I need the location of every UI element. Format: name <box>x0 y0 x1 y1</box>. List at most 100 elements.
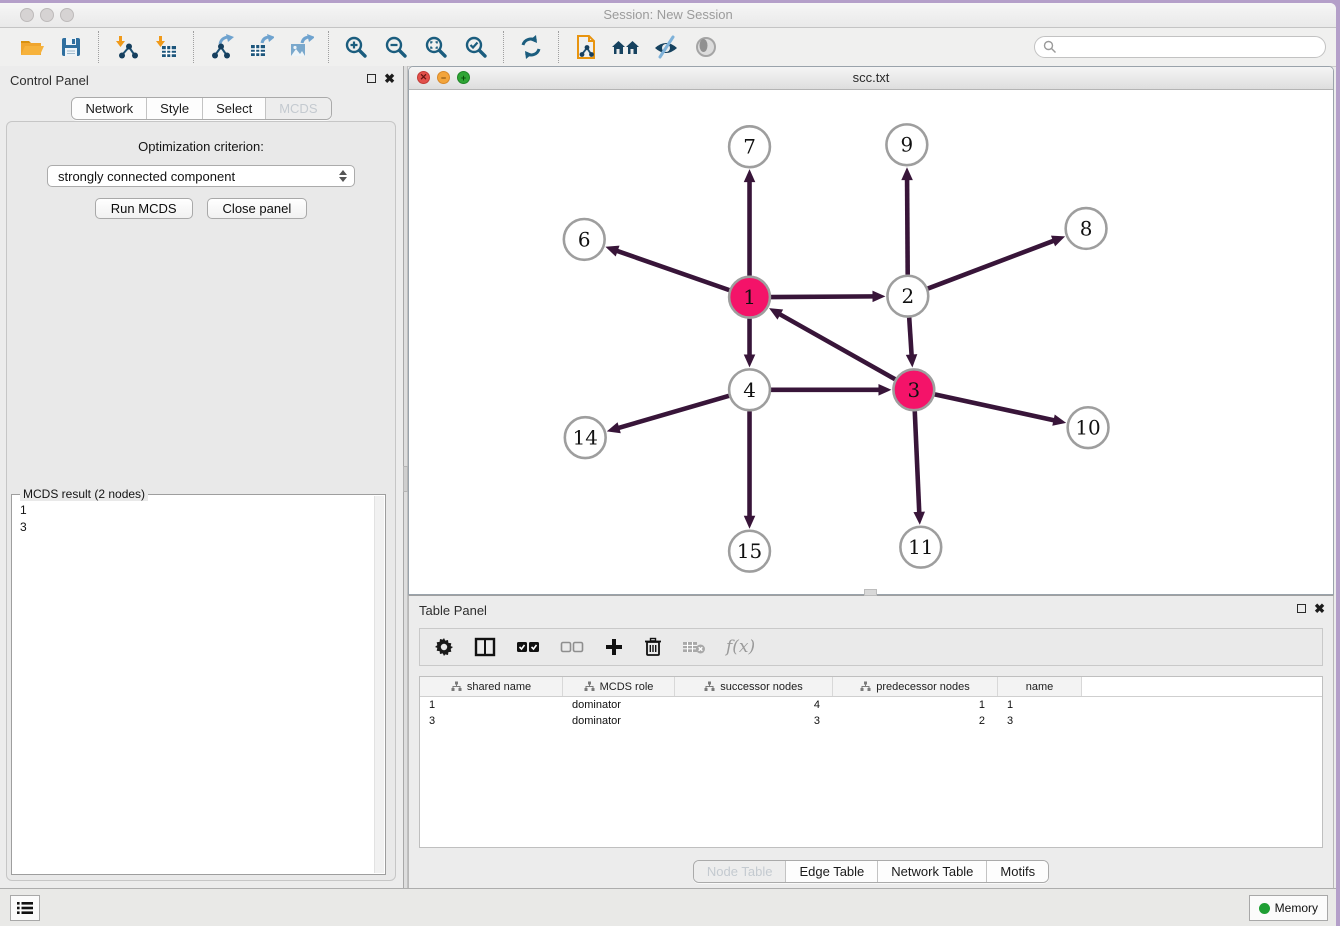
table-cell[interactable]: 3 <box>998 713 1082 729</box>
split-column-icon[interactable] <box>474 635 496 659</box>
network-maximize-icon[interactable]: + <box>457 71 470 84</box>
criterion-dropdown[interactable]: strongly connected component <box>47 165 355 187</box>
close-window-button[interactable] <box>20 8 34 22</box>
apply-layout-icon[interactable] <box>515 32 547 62</box>
table-panel: Table Panel ✖ <box>408 595 1334 889</box>
window-title: Session: New Session <box>0 3 1336 27</box>
tab-mcds[interactable]: MCDS <box>265 98 330 119</box>
column-header-shared-name[interactable]: shared name <box>420 677 563 696</box>
column-header-name[interactable]: name <box>998 677 1082 696</box>
edge-3-11[interactable] <box>913 411 925 525</box>
edge-1-6[interactable] <box>605 246 729 290</box>
settings-gear-icon[interactable] <box>434 635 454 659</box>
result-scrollbar[interactable] <box>374 496 384 873</box>
close-panel-icon[interactable]: ✖ <box>384 73 395 84</box>
close-table-panel-icon[interactable]: ✖ <box>1314 603 1325 614</box>
zoom-fit-icon[interactable] <box>420 32 452 62</box>
open-file-icon[interactable] <box>15 32 47 62</box>
zoom-out-icon[interactable] <box>380 32 412 62</box>
import-network-icon[interactable] <box>110 32 142 62</box>
edge-1-7[interactable] <box>744 169 756 276</box>
export-table-icon[interactable] <box>245 32 277 62</box>
edge-4-15[interactable] <box>744 411 756 529</box>
minimize-window-button[interactable] <box>40 8 54 22</box>
table-cell[interactable]: 4 <box>675 697 833 713</box>
maximize-window-button[interactable] <box>60 8 74 22</box>
optimization-criterion-label: Optimization criterion: <box>7 139 395 154</box>
table-cell[interactable]: dominator <box>563 697 675 713</box>
table-cell[interactable]: 1 <box>833 697 998 713</box>
tab-style[interactable]: Style <box>146 98 202 119</box>
zoom-selected-icon[interactable] <box>460 32 492 62</box>
task-list-button[interactable] <box>10 895 40 921</box>
sphere-icon[interactable] <box>690 32 722 62</box>
table-cell[interactable]: 1 <box>998 697 1082 713</box>
edge-2-9[interactable] <box>901 167 913 275</box>
node-15[interactable]: 15 <box>729 531 770 572</box>
edge-1-4[interactable] <box>744 319 756 368</box>
export-image-icon[interactable] <box>285 32 317 62</box>
edge-1-2[interactable] <box>771 291 886 303</box>
tab-node-table[interactable]: Node Table <box>694 861 786 882</box>
edge-4-14[interactable] <box>607 396 729 433</box>
select-all-icon[interactable] <box>516 635 540 659</box>
table-cell[interactable]: 3 <box>420 713 563 729</box>
column-type-icon <box>451 681 462 692</box>
main-area: Control Panel ✖ NetworkStyleSelectMCDS O… <box>0 66 1336 889</box>
table-cell[interactable]: 3 <box>675 713 833 729</box>
float-panel-icon[interactable] <box>367 74 376 83</box>
search-input[interactable] <box>1061 39 1325 55</box>
node-14[interactable]: 14 <box>565 417 606 458</box>
node-8[interactable]: 8 <box>1066 208 1107 249</box>
run-mcds-button[interactable]: Run MCDS <box>95 198 193 219</box>
network-close-icon[interactable]: ✕ <box>417 71 430 84</box>
node-4[interactable]: 4 <box>729 369 770 410</box>
table-row[interactable]: 3dominator323 <box>420 713 1322 729</box>
table-cell[interactable]: dominator <box>563 713 675 729</box>
edge-3-10[interactable] <box>935 394 1066 425</box>
edge-2-8[interactable] <box>928 236 1065 289</box>
node-2[interactable]: 2 <box>887 276 928 317</box>
node-6[interactable]: 6 <box>564 219 605 260</box>
node-1[interactable]: 1 <box>729 277 770 318</box>
unselect-all-icon[interactable] <box>560 635 584 659</box>
delete-row-icon[interactable] <box>644 635 662 659</box>
search-box[interactable] <box>1034 36 1326 58</box>
network-minimize-icon[interactable]: − <box>437 71 450 84</box>
houses-icon[interactable] <box>610 32 642 62</box>
column-header-predecessor-nodes[interactable]: predecessor nodes <box>833 677 998 696</box>
horizontal-splitter-grip[interactable] <box>864 589 877 596</box>
tab-edge-table[interactable]: Edge Table <box>785 861 877 882</box>
network-from-file-icon[interactable] <box>570 32 602 62</box>
zoom-in-icon[interactable] <box>340 32 372 62</box>
memory-button[interactable]: Memory <box>1249 895 1328 921</box>
edge-4-3[interactable] <box>771 384 891 396</box>
network-window-titlebar: ✕ − + scc.txt <box>409 67 1333 90</box>
node-11[interactable]: 11 <box>900 527 941 568</box>
tab-select[interactable]: Select <box>202 98 265 119</box>
search-icon <box>1043 40 1057 54</box>
import-table-icon[interactable] <box>150 32 182 62</box>
column-header-mcds-role[interactable]: MCDS role <box>563 677 675 696</box>
node-3[interactable]: 3 <box>893 369 934 410</box>
table-row[interactable]: 1dominator411 <box>420 697 1322 713</box>
table-cell[interactable]: 1 <box>420 697 563 713</box>
node-10[interactable]: 10 <box>1068 407 1109 448</box>
node-9[interactable]: 9 <box>886 124 927 165</box>
column-header-successor-nodes[interactable]: successor nodes <box>675 677 833 696</box>
tab-motifs[interactable]: Motifs <box>986 861 1048 882</box>
svg-text:9: 9 <box>901 134 914 157</box>
table-cell[interactable]: 2 <box>833 713 998 729</box>
export-network-icon[interactable] <box>205 32 237 62</box>
tab-network[interactable]: Network <box>72 98 146 119</box>
edge-2-3[interactable] <box>906 318 918 368</box>
save-session-icon[interactable] <box>55 32 87 62</box>
node-7[interactable]: 7 <box>729 126 770 167</box>
edge-3-1[interactable] <box>769 308 895 379</box>
tab-network-table[interactable]: Network Table <box>877 861 986 882</box>
toggle-graphics-details-icon[interactable] <box>650 32 682 62</box>
float-table-panel-icon[interactable] <box>1297 604 1306 613</box>
add-row-icon[interactable] <box>604 635 624 659</box>
close-panel-button[interactable]: Close panel <box>207 198 308 219</box>
network-canvas[interactable]: 7 9 6 8 1 2 4 3 14 10 15 11 <box>409 90 1333 594</box>
